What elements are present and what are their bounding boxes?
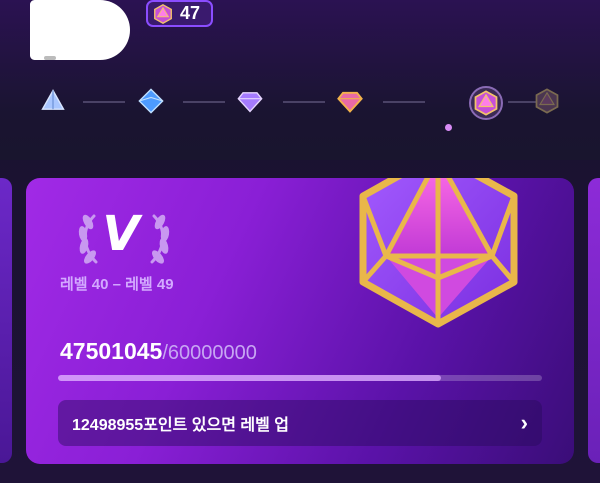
tier-connector <box>383 101 425 103</box>
tier-3-icon[interactable] <box>235 86 265 116</box>
prev-tier-card[interactable] <box>0 178 12 463</box>
points-progress-fill <box>58 375 442 381</box>
tier-6-icon[interactable] <box>532 86 562 116</box>
tier-5-icon[interactable] <box>471 88 501 118</box>
level-range: 레벨 40 – 레벨 49 <box>60 276 174 293</box>
tier-1-icon[interactable] <box>38 86 68 116</box>
avatar-status <box>44 56 56 60</box>
points-progress-bar <box>58 375 542 381</box>
tier-roman-numeral: V <box>102 206 140 262</box>
tier-4-icon[interactable] <box>335 86 365 116</box>
tier-connector <box>283 101 325 103</box>
points-current: 47501045 <box>60 338 163 364</box>
active-tier-indicator <box>445 124 452 131</box>
levelup-message: 12498955포인트 있으면 레벨 업 <box>72 417 290 434</box>
user-level-value: 47 <box>180 3 201 23</box>
tier-connector <box>83 101 125 103</box>
tier-card: V 레벨 40 – 레벨 49 47501045/60000000 124989… <box>26 178 574 464</box>
tier-connector <box>183 101 225 103</box>
tier-track <box>38 86 568 120</box>
points-progress-text: 47501045/60000000 <box>60 338 257 365</box>
tier-2-icon[interactable] <box>136 86 166 116</box>
next-tier-card[interactable] <box>588 178 600 463</box>
chevron-right-icon: › <box>520 410 528 435</box>
gem-icon <box>154 3 172 24</box>
tier-gem-icon <box>359 178 518 328</box>
points-total: /60000000 <box>162 342 257 364</box>
levelup-info-button[interactable]: 12498955포인트 있으면 레벨 업 › <box>58 400 542 446</box>
user-level-badge[interactable]: 47 <box>146 0 213 27</box>
avatar[interactable] <box>30 0 130 60</box>
